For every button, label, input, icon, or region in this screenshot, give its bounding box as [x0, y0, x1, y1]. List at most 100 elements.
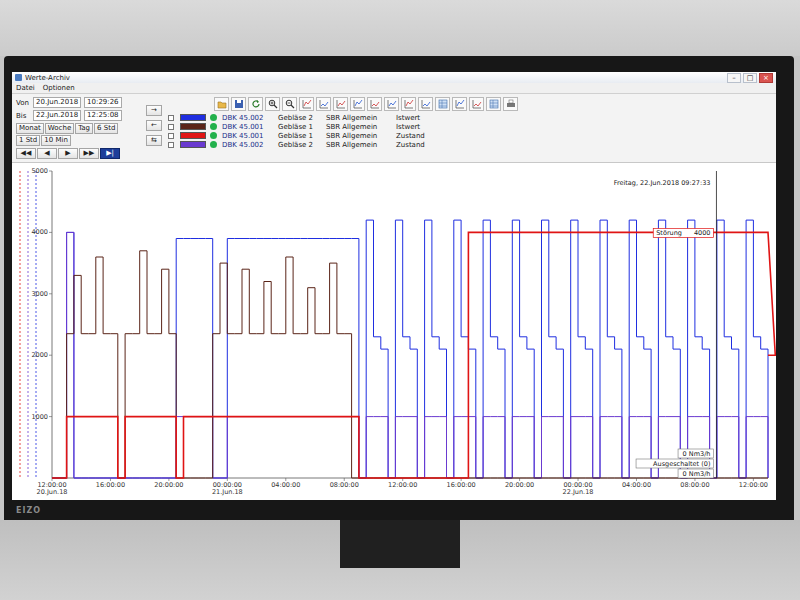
toolbar-button[interactable]	[503, 97, 518, 111]
cursor-value-box	[636, 459, 713, 468]
toolbar-button[interactable]	[486, 97, 501, 111]
series-group: SBR Allgemein	[326, 114, 392, 122]
series-id: DBK 45.001	[222, 132, 274, 140]
toolbar-button[interactable]	[401, 97, 416, 111]
window-title: Werte-Archiv	[25, 74, 724, 82]
chart-icon	[302, 99, 312, 109]
legend-row[interactable]: DBK 45.001Gebläse 1SBR AllgemeinIstwert	[168, 122, 772, 131]
series-checkbox[interactable]	[168, 124, 174, 130]
y-tick-label: 1000	[31, 413, 48, 421]
series-color	[180, 114, 206, 121]
y-tick-label: 3000	[31, 290, 48, 298]
toolbar-button[interactable]	[418, 97, 433, 111]
toolbar-button[interactable]	[316, 97, 331, 111]
series-button[interactable]: ←	[146, 120, 162, 131]
series-signal: Zustand	[396, 141, 442, 149]
window-control[interactable]: □	[743, 73, 757, 83]
series-checkbox[interactable]	[168, 142, 174, 148]
monitor-stand	[340, 520, 460, 568]
legend-row[interactable]: DBK 45.002Gebläse 2SBR AllgemeinIstwert	[168, 113, 772, 122]
menu-item[interactable]: Optionen	[43, 84, 75, 92]
x-tick-label: 12:00:00	[739, 481, 768, 489]
series-legend: DBK 45.002Gebläse 2SBR AllgemeinIstwertD…	[168, 113, 772, 149]
toolbar-button[interactable]	[435, 97, 450, 111]
window-control[interactable]: –	[727, 73, 741, 83]
window-control[interactable]: ×	[759, 73, 773, 83]
navigation: ◀◀◀▶▶▶▶|	[16, 148, 140, 159]
series-group: SBR Allgemein	[326, 141, 392, 149]
toolbar-button[interactable]	[384, 97, 399, 111]
cursor-value: 0 Nm3/h	[683, 470, 711, 478]
series-id: DBK 45.002	[222, 141, 274, 149]
x-tick-label: 16:00:00	[96, 481, 125, 489]
time-range: Von20.Jun.201810:29:26 Bis22.Jun.201812:2…	[16, 97, 140, 159]
range-label: Von	[16, 99, 30, 107]
span-button[interactable]: 1 Std	[16, 135, 40, 146]
legend-row[interactable]: DBK 45.002Gebläse 2SBR AllgemeinZustand	[168, 140, 772, 149]
date-field[interactable]: 20.Jun.2018	[33, 97, 81, 108]
y-tick-label: 5000	[31, 167, 48, 175]
legend-row[interactable]: DBK 45.001Gebläse 1SBR AllgemeinZustand	[168, 131, 772, 140]
series-device: Gebläse 1	[278, 132, 322, 140]
toolbar-button[interactable]	[265, 97, 280, 111]
span-button[interactable]: Tag	[75, 123, 93, 134]
chart-icon	[455, 99, 465, 109]
series-id: DBK 45.002	[222, 114, 274, 122]
toolbar-button[interactable]	[469, 97, 484, 111]
fault-label-box	[653, 228, 713, 237]
span-button[interactable]: 6 Std	[94, 123, 118, 134]
y-tick	[49, 355, 52, 356]
y-axis	[52, 171, 53, 478]
toolbar-button[interactable]	[214, 97, 229, 111]
toolbar-button[interactable]	[231, 97, 246, 111]
span-button[interactable]: 10 Min	[41, 135, 71, 146]
nav-button[interactable]: ◀◀	[16, 148, 36, 159]
series-group: SBR Allgemein	[326, 132, 392, 140]
date-field[interactable]: 22.Jun.2018	[33, 110, 81, 121]
app-icon	[15, 74, 22, 81]
chart-icon	[387, 99, 397, 109]
span-buttons: MonatWocheTag6 Std 1 Std10 Min	[16, 123, 140, 146]
status-dot	[210, 123, 217, 130]
time-field[interactable]: 12:25:08	[84, 110, 121, 121]
toolbar-button[interactable]	[452, 97, 467, 111]
cursor-tooltip: Freitag, 22.Jun.2018 09:27:33	[614, 179, 711, 187]
series-button[interactable]: ⇆	[146, 135, 162, 146]
nav-button[interactable]: ▶▶	[79, 148, 99, 159]
axis-line	[28, 171, 29, 478]
y-tick	[49, 293, 52, 294]
toolbar-button[interactable]	[333, 97, 348, 111]
axis-line	[20, 171, 21, 478]
span-button[interactable]: Woche	[45, 123, 74, 134]
range-row: Bis22.Jun.201812:25:08	[16, 110, 140, 121]
x-tick-label: 04:00:00	[271, 481, 300, 489]
x-tick-label: 08:00:00	[330, 481, 359, 489]
series-signal: Istwert	[396, 123, 442, 131]
toolbar-button[interactable]	[350, 97, 365, 111]
grid-icon	[489, 99, 499, 109]
toolbar-button[interactable]	[248, 97, 263, 111]
series-checkbox[interactable]	[168, 133, 174, 139]
control-panel: Von20.Jun.201810:29:26 Bis22.Jun.201812:2…	[12, 94, 776, 163]
series-checkbox[interactable]	[168, 115, 174, 121]
series-button[interactable]: →	[146, 105, 162, 116]
refresh-icon	[251, 99, 261, 109]
span-button[interactable]: Monat	[16, 123, 44, 134]
time-field[interactable]: 10:29:26	[84, 97, 121, 108]
nav-button[interactable]: ▶	[58, 148, 78, 159]
chart-icon	[472, 99, 482, 109]
screen: Werte-Archiv–□× Datei Optionen Von20.Jun.20…	[12, 72, 776, 500]
status-dot	[210, 114, 217, 121]
nav-button[interactable]: ▶|	[100, 148, 120, 159]
trend-chart: 1000200030004000500012:00:0020.Jun.1816:…	[12, 163, 776, 500]
toolbar-button[interactable]	[299, 97, 314, 111]
toolbar-button[interactable]	[282, 97, 297, 111]
chart-icon	[421, 99, 431, 109]
cursor-value: Ausgeschaltet (0)	[653, 460, 710, 468]
nav-button[interactable]: ◀	[37, 148, 57, 159]
x-tick-label: 20:00:00	[505, 481, 534, 489]
toolbar-button[interactable]	[367, 97, 382, 111]
chart-icon	[319, 99, 329, 109]
series-color	[180, 123, 206, 130]
menu-item[interactable]: Datei	[16, 84, 35, 92]
